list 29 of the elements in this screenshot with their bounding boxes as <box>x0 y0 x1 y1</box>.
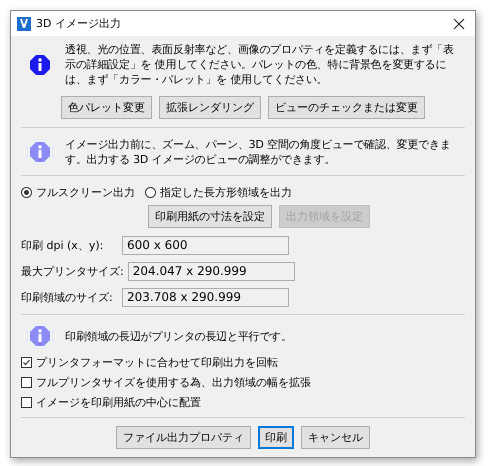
field-label: 最大プリンタサイズ: <box>21 264 124 278</box>
checkbox-label[interactable]: フルプリンタサイズを使用する為、出力領域の幅を拡張 <box>36 375 311 390</box>
checkbox[interactable] <box>21 357 32 368</box>
checkbox[interactable] <box>21 377 32 388</box>
dialog-button[interactable]: キャンセル <box>301 426 370 449</box>
readonly-field: 600 x 600 <box>122 236 289 254</box>
field-label: 印刷 dpi (x、y): <box>21 238 104 252</box>
radio-label[interactable]: 指定した長方形領域を出力 <box>160 185 292 200</box>
window-title: 3D イメージ出力 <box>36 16 122 31</box>
field-label: 印刷領域のサイズ: <box>21 290 114 304</box>
checkbox-label[interactable]: プリンタフォーマットに合わせて印刷出力を回転 <box>36 355 278 370</box>
info-text: 透視、光の位置、表面反射率など、画像のプロパティを定義するには、まず「表示の詳細設定」を 使用してください。パレットの色、特に背景色を変更するには、まず「カラー・パレット」を 使用してください。 <box>65 42 455 87</box>
radio-button[interactable] <box>145 187 156 198</box>
checkbox[interactable] <box>21 397 32 408</box>
radio-button[interactable] <box>21 187 32 198</box>
radio-label[interactable]: フルスクリーン出力 <box>36 185 135 200</box>
checkbox-label[interactable]: イメージを印刷用紙の中心に配置 <box>36 395 201 410</box>
action-button[interactable]: 印刷用紙の寸法を設定 <box>148 205 272 228</box>
info-text: 印刷領域の長辺がプリンタの長辺と平行です。 <box>65 328 293 344</box>
dialog-button[interactable]: 印刷 <box>258 426 294 449</box>
app-icon <box>17 16 31 30</box>
close-icon[interactable] <box>453 18 465 30</box>
action-button[interactable]: 拡張レンダリング <box>159 96 261 119</box>
readonly-field: 203.708 x 290.999 <box>122 288 289 306</box>
info-text: イメージ出力前に、ズーム、パーン、3D 空間の角度ビューで確認、変更できます。出力する 3D イメージのビューの調整ができます。 <box>65 137 452 167</box>
readonly-field: 204.047 x 290.999 <box>128 262 295 280</box>
action-button[interactable]: 色パレット変更 <box>61 96 152 119</box>
dialog-button[interactable]: ファイル出力プロパティ <box>116 426 251 449</box>
action-button[interactable]: ビューのチェックまたは変更 <box>268 96 425 119</box>
